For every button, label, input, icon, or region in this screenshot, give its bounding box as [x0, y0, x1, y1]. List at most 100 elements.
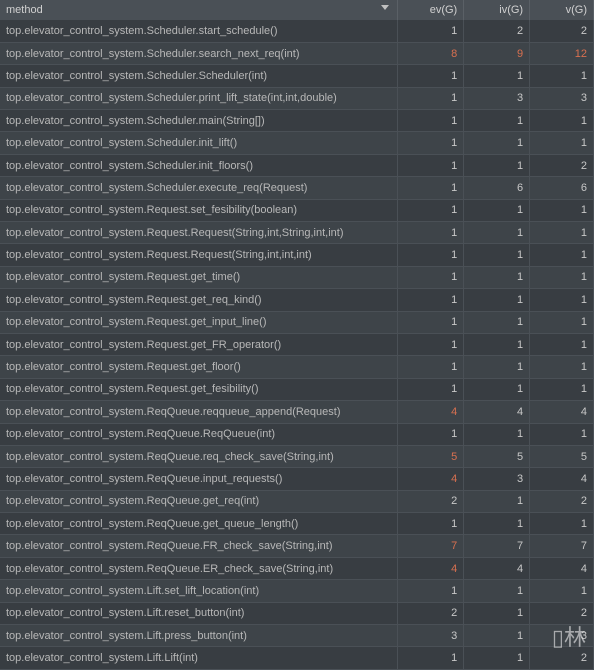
iv-cell: 1	[464, 625, 530, 647]
ev-cell: 2	[398, 602, 464, 624]
iv-cell: 1	[464, 289, 530, 311]
table-row[interactable]: top.elevator_control_system.Scheduler.in…	[0, 132, 594, 154]
v-cell: 12	[530, 42, 594, 64]
iv-cell: 3	[464, 468, 530, 490]
table-row[interactable]: top.elevator_control_system.Scheduler.in…	[0, 154, 594, 176]
iv-cell: 1	[464, 647, 530, 669]
iv-cell: 1	[464, 378, 530, 400]
ev-cell: 1	[398, 132, 464, 154]
table-row[interactable]: top.elevator_control_system.Lift.reset_b…	[0, 602, 594, 624]
method-cell: top.elevator_control_system.Request.set_…	[0, 199, 398, 221]
table-row[interactable]: top.elevator_control_system.Scheduler.st…	[0, 20, 594, 42]
iv-cell: 1	[464, 65, 530, 87]
v-cell: 1	[530, 333, 594, 355]
ev-cell: 1	[398, 289, 464, 311]
table-row[interactable]: top.elevator_control_system.Request.get_…	[0, 333, 594, 355]
iv-cell: 1	[464, 266, 530, 288]
ev-cell: 1	[398, 378, 464, 400]
table-row[interactable]: top.elevator_control_system.Lift.set_lif…	[0, 580, 594, 602]
ev-cell: 1	[398, 356, 464, 378]
table-row[interactable]: top.elevator_control_system.ReqQueue.req…	[0, 401, 594, 423]
method-cell: top.elevator_control_system.Request.get_…	[0, 289, 398, 311]
table-row[interactable]: top.elevator_control_system.ReqQueue.ER_…	[0, 557, 594, 579]
ev-cell: 1	[398, 222, 464, 244]
ev-cell: 1	[398, 110, 464, 132]
iv-cell: 1	[464, 311, 530, 333]
v-cell: 1	[530, 580, 594, 602]
method-cell: top.elevator_control_system.Request.get_…	[0, 333, 398, 355]
method-cell: top.elevator_control_system.Scheduler.st…	[0, 20, 398, 42]
table-row[interactable]: top.elevator_control_system.Scheduler.ma…	[0, 110, 594, 132]
ev-cell: 4	[398, 401, 464, 423]
table-row[interactable]: top.elevator_control_system.Request.Requ…	[0, 244, 594, 266]
method-cell: top.elevator_control_system.ReqQueue.req…	[0, 445, 398, 467]
iv-cell: 1	[464, 580, 530, 602]
ev-cell: 1	[398, 244, 464, 266]
v-cell: 6	[530, 177, 594, 199]
ev-cell: 5	[398, 445, 464, 467]
ev-cell: 1	[398, 311, 464, 333]
v-cell: 3	[530, 625, 594, 647]
table-row[interactable]: top.elevator_control_system.Request.set_…	[0, 199, 594, 221]
table-row[interactable]: top.elevator_control_system.Lift.press_b…	[0, 625, 594, 647]
table-row[interactable]: top.elevator_control_system.ReqQueue.get…	[0, 490, 594, 512]
table-row[interactable]: top.elevator_control_system.Request.get_…	[0, 378, 594, 400]
table-row[interactable]: top.elevator_control_system.ReqQueue.inp…	[0, 468, 594, 490]
method-cell: top.elevator_control_system.Lift.Lift(in…	[0, 647, 398, 669]
header-method-label: method	[6, 4, 43, 16]
header-v[interactable]: v(G)	[530, 0, 594, 20]
ev-cell: 1	[398, 199, 464, 221]
method-cell: top.elevator_control_system.Lift.reset_b…	[0, 602, 398, 624]
v-cell: 1	[530, 378, 594, 400]
iv-cell: 1	[464, 199, 530, 221]
ev-cell: 1	[398, 423, 464, 445]
method-cell: top.elevator_control_system.Scheduler.in…	[0, 132, 398, 154]
table-row[interactable]: top.elevator_control_system.ReqQueue.get…	[0, 513, 594, 535]
header-iv[interactable]: iv(G)	[464, 0, 530, 20]
ev-cell: 1	[398, 65, 464, 87]
v-cell: 2	[530, 602, 594, 624]
table-row[interactable]: top.elevator_control_system.Request.get_…	[0, 311, 594, 333]
method-cell: top.elevator_control_system.ReqQueue.get…	[0, 513, 398, 535]
iv-cell: 6	[464, 177, 530, 199]
ev-cell: 1	[398, 20, 464, 42]
iv-cell: 4	[464, 557, 530, 579]
v-cell: 7	[530, 535, 594, 557]
iv-cell: 5	[464, 445, 530, 467]
iv-cell: 9	[464, 42, 530, 64]
iv-cell: 1	[464, 423, 530, 445]
v-cell: 3	[530, 87, 594, 109]
table-row[interactable]: top.elevator_control_system.ReqQueue.FR_…	[0, 535, 594, 557]
iv-cell: 1	[464, 490, 530, 512]
header-method[interactable]: method	[0, 0, 398, 20]
iv-cell: 7	[464, 535, 530, 557]
table-row[interactable]: top.elevator_control_system.ReqQueue.req…	[0, 445, 594, 467]
table-row[interactable]: top.elevator_control_system.Request.Requ…	[0, 222, 594, 244]
iv-cell: 1	[464, 132, 530, 154]
table-row[interactable]: top.elevator_control_system.Request.get_…	[0, 289, 594, 311]
ev-cell: 4	[398, 557, 464, 579]
method-cell: top.elevator_control_system.Scheduler.ma…	[0, 110, 398, 132]
table-row[interactable]: top.elevator_control_system.ReqQueue.Req…	[0, 423, 594, 445]
v-cell: 1	[530, 266, 594, 288]
v-cell: 1	[530, 311, 594, 333]
table-row[interactable]: top.elevator_control_system.Scheduler.Sc…	[0, 65, 594, 87]
table-row[interactable]: top.elevator_control_system.Scheduler.se…	[0, 42, 594, 64]
table-row[interactable]: top.elevator_control_system.Lift.Lift(in…	[0, 647, 594, 669]
table-row[interactable]: top.elevator_control_system.Request.get_…	[0, 356, 594, 378]
v-cell: 1	[530, 132, 594, 154]
method-cell: top.elevator_control_system.Scheduler.in…	[0, 154, 398, 176]
table-row[interactable]: top.elevator_control_system.Request.get_…	[0, 266, 594, 288]
v-cell: 5	[530, 445, 594, 467]
v-cell: 1	[530, 423, 594, 445]
table-row[interactable]: top.elevator_control_system.Scheduler.ex…	[0, 177, 594, 199]
iv-cell: 1	[464, 222, 530, 244]
method-cell: top.elevator_control_system.ReqQueue.ER_…	[0, 557, 398, 579]
method-cell: top.elevator_control_system.Request.Requ…	[0, 244, 398, 266]
ev-cell: 1	[398, 647, 464, 669]
ev-cell: 7	[398, 535, 464, 557]
header-ev[interactable]: ev(G)	[398, 0, 464, 20]
method-cell: top.elevator_control_system.Scheduler.ex…	[0, 177, 398, 199]
table-row[interactable]: top.elevator_control_system.Scheduler.pr…	[0, 87, 594, 109]
ev-cell: 1	[398, 513, 464, 535]
